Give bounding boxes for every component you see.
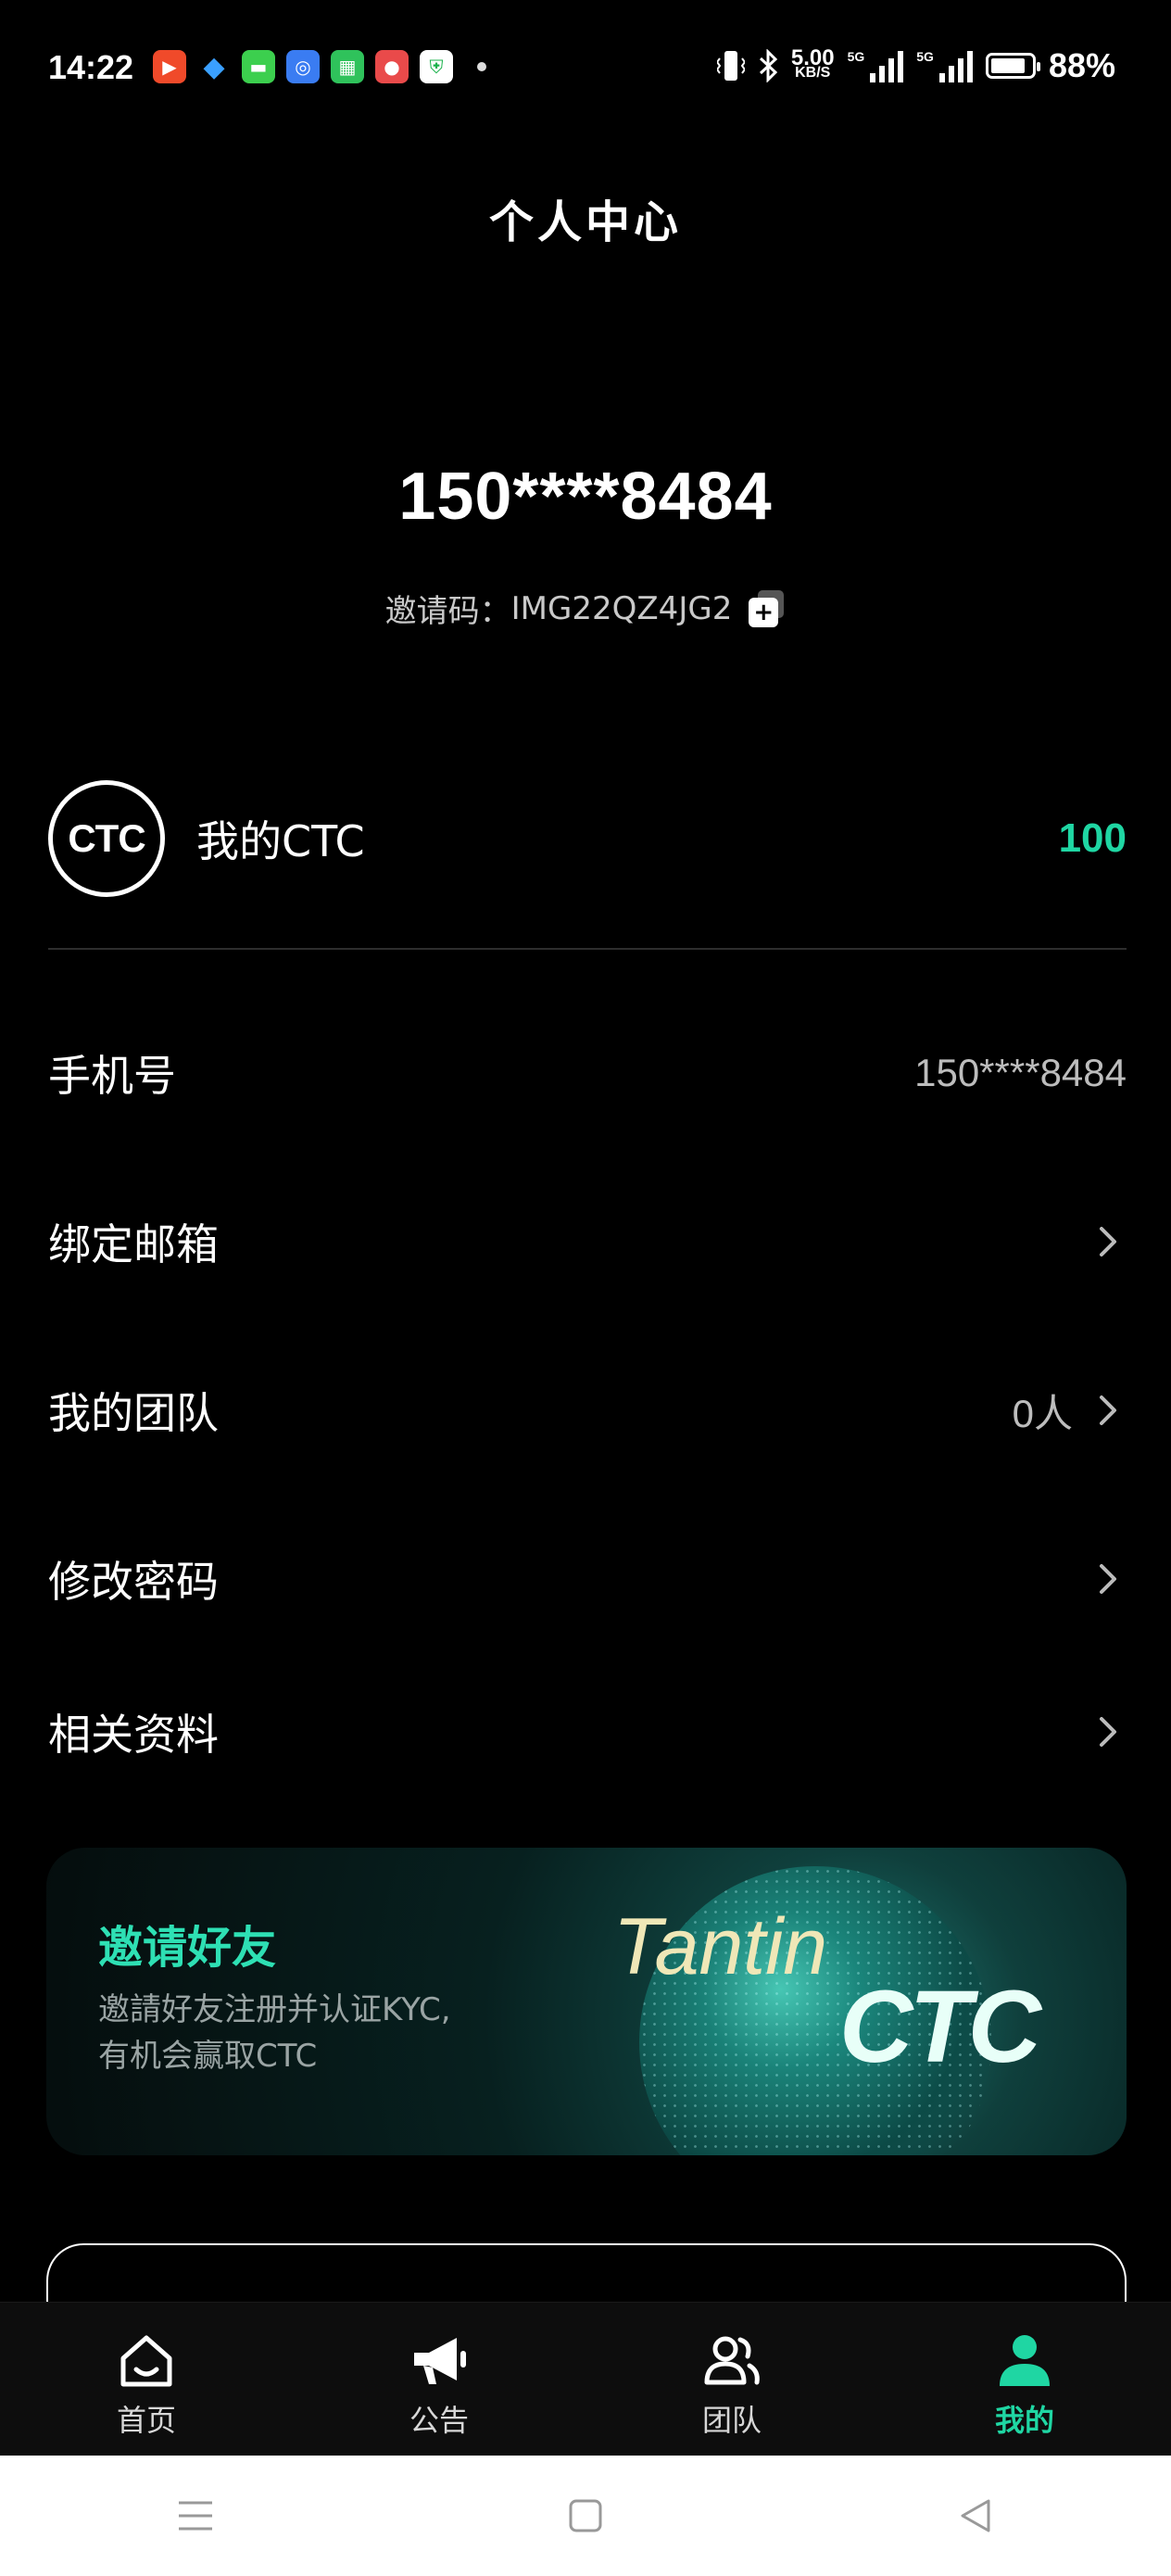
store-app-icon: ▦ (331, 50, 364, 83)
banner-subtitle-line1: 邀請好友注册并认证KYC, (98, 1991, 451, 2028)
status-time: 14:22 (48, 48, 134, 86)
profile-phone: 150****8484 (398, 460, 773, 534)
divider (48, 948, 1127, 950)
home-icon (120, 2335, 172, 2387)
banner-subtitle-line2: 有机会赢取CTC (98, 2038, 318, 2075)
system-nav-bar (0, 2456, 1171, 2576)
ctc-balance-row[interactable]: CTC 我的CTC 100 (48, 777, 1127, 901)
status-app-icons: ▶ ◆ ▬ ◎ ▦ ● ⛨ (153, 50, 486, 83)
menu-item-phone: 手机号 150****8484 (48, 1031, 1127, 1115)
menu-label-team: 我的团队 (48, 1388, 219, 1438)
browser-app-icon: ◎ (286, 50, 320, 83)
home-nav-button[interactable] (558, 2488, 613, 2544)
banner-brand-tantin: Tantin (613, 1902, 828, 1991)
invite-code: IMG22QZ4JG2 (510, 589, 733, 627)
menu-value-team: 0人 (1012, 1391, 1073, 1435)
speed-value: 5.00 (790, 45, 835, 70)
signal-tag: 5G (847, 49, 865, 64)
tab-announcements[interactable]: 公告 (293, 2303, 586, 2456)
tab-label-team: 团队 (701, 2403, 762, 2438)
invite-code-row: 邀请码： IMG22QZ4JG2 + (0, 586, 1171, 631)
video-app-icon: ▶ (153, 50, 186, 83)
menu-label-phone: 手机号 (48, 1051, 176, 1101)
more-notifications-dot (477, 62, 486, 71)
chevron-right-icon (1089, 1713, 1127, 1750)
menu-item-bind-email[interactable]: 绑定邮箱 (48, 1200, 1127, 1283)
menu-value-phone: 150****8484 (914, 1051, 1127, 1094)
pet-app-icon: ● (375, 50, 409, 83)
page-title: 个人中心 (488, 196, 682, 248)
banner-subtitle: 邀請好友注册并认证KYC, 有机会赢取CTC (98, 1987, 617, 2079)
tab-profile[interactable]: 我的 (878, 2303, 1171, 2456)
menu-item-change-password[interactable]: 修改密码 (48, 1537, 1127, 1621)
megaphone-icon (414, 2338, 466, 2384)
chevron-right-icon (1089, 1392, 1127, 1429)
network-speed: 5.00 KB/S (790, 45, 835, 81)
tab-team[interactable]: 团队 (586, 2303, 878, 2456)
signal-tag: 5G (916, 49, 934, 64)
banner-brand-ctc: CTC (839, 1970, 1041, 2084)
signal-icon-2: 5G (916, 49, 973, 82)
qq-icon: ◆ (203, 50, 225, 83)
square-home-icon (569, 2499, 602, 2532)
speed-unit: KB/S (795, 65, 831, 81)
ctc-balance-value: 100 (1058, 815, 1127, 861)
tab-label-profile: 我的 (994, 2403, 1054, 2438)
menu-label-docs: 相关资料 (48, 1710, 219, 1760)
invite-label: 邀请码： (384, 593, 511, 630)
menu-item-docs[interactable]: 相关资料 (48, 1690, 1127, 1774)
tab-label-announcements: 公告 (409, 2403, 469, 2438)
tab-label-home: 首页 (116, 2403, 176, 2438)
back-nav-button[interactable] (948, 2488, 1003, 2544)
tab-home[interactable]: 首页 (0, 2303, 293, 2456)
ctc-label: 我的CTC (196, 816, 365, 866)
back-triangle-icon (961, 2499, 990, 2532)
menu-lines-icon (178, 2501, 212, 2531)
status-bar: 14:22 ▶ ◆ ▬ ◎ ▦ ● ⛨ 5.00 KB/S 5G 5G 88% (0, 0, 1171, 139)
status-right: 5.00 KB/S 5G 5G 88% (716, 45, 1115, 85)
profile-icon (1000, 2335, 1050, 2386)
menu-label-password: 修改密码 (48, 1557, 219, 1607)
bottom-tab-bar: 首页 公告 团队 我的 (0, 2302, 1171, 2456)
battery-percent: 88% (1048, 46, 1115, 84)
menu-item-my-team[interactable]: 我的团队 0人 (48, 1369, 1127, 1452)
menu-label-email: 绑定邮箱 (48, 1219, 219, 1269)
team-icon (704, 2336, 760, 2385)
message-app-icon: ▬ (242, 50, 275, 83)
ctc-logo: CTC (48, 780, 165, 897)
invite-friends-banner[interactable]: 邀请好友 邀請好友注册并认证KYC, 有机会赢取CTC Tantin CTC (46, 1848, 1127, 2155)
menu-nav-button[interactable] (168, 2488, 223, 2544)
chevron-right-icon (1089, 1560, 1127, 1597)
bluetooth-icon (759, 49, 777, 82)
signal-icon-1: 5G (848, 49, 904, 82)
battery-icon (985, 53, 1040, 79)
copy-icon[interactable]: + (749, 589, 786, 627)
banner-title: 邀请好友 (98, 1922, 277, 1974)
chevron-right-icon (1089, 1223, 1127, 1260)
shield-app-icon: ⛨ (420, 50, 453, 83)
vibrate-icon (716, 51, 745, 81)
